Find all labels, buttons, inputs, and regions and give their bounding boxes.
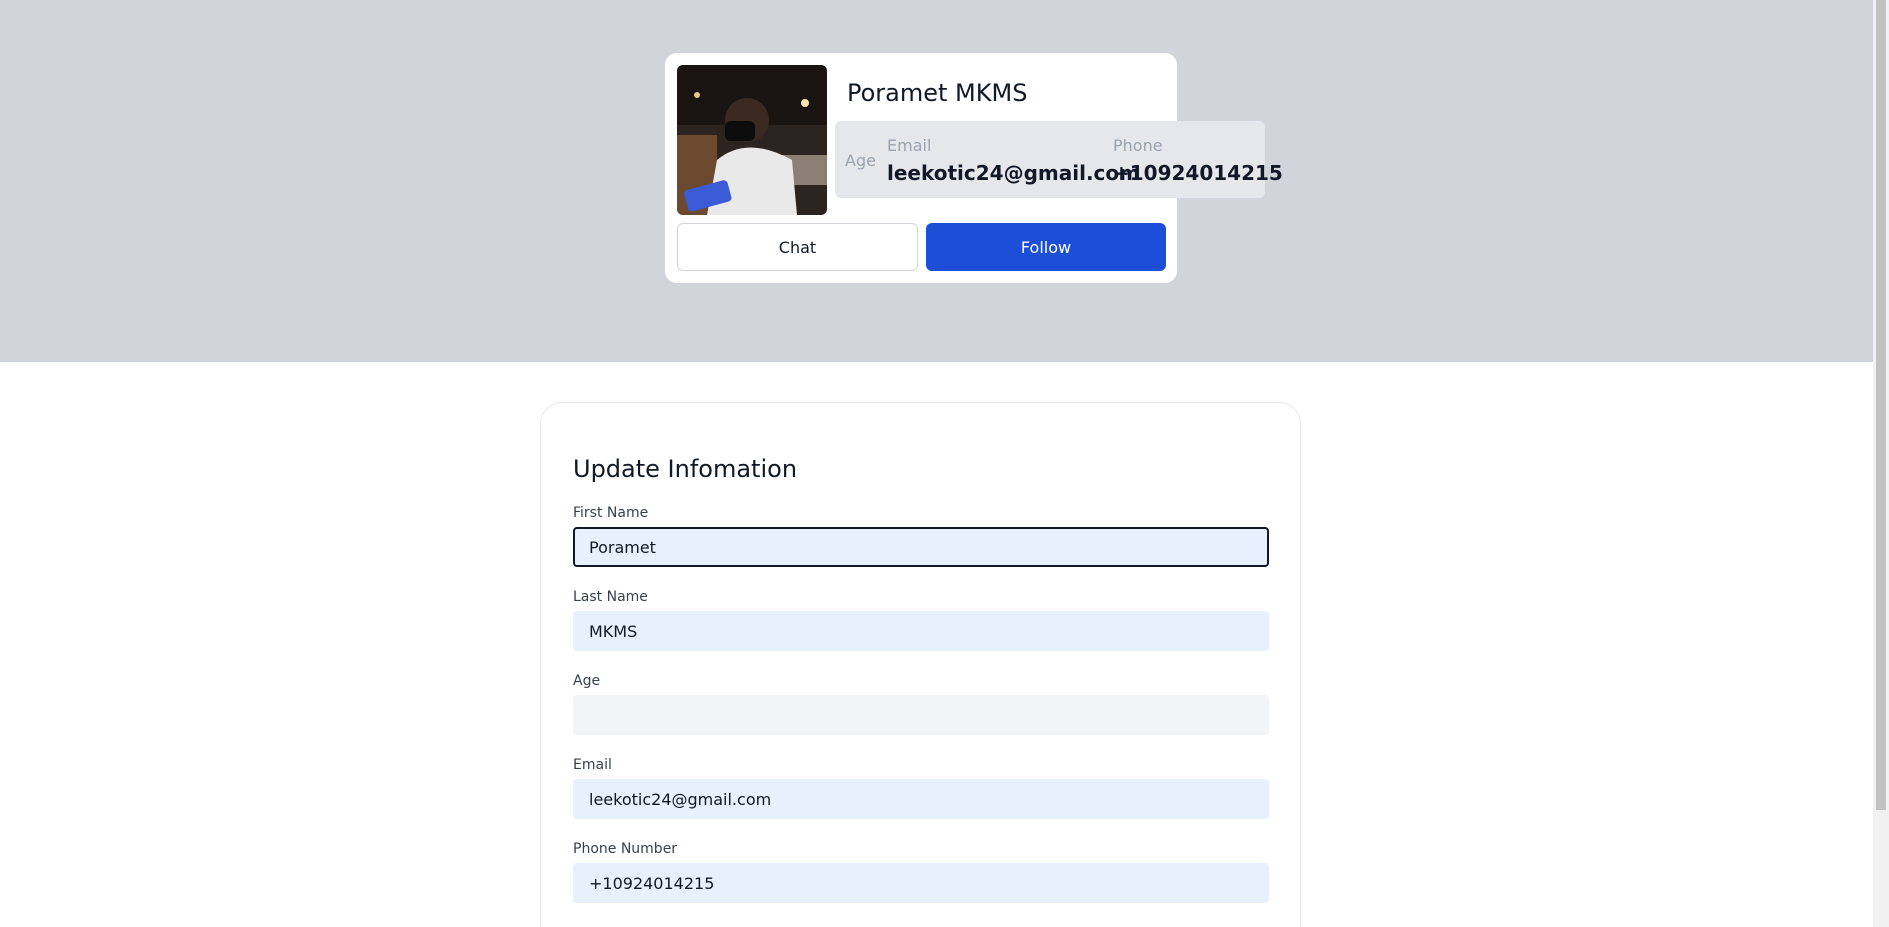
age-input[interactable] [573,695,1269,735]
profile-banner: Poramet MKMS Age Email leekotic24@gmail.… [0,0,1873,362]
chat-button[interactable]: Chat [677,223,918,271]
last-name-label: Last Name [573,589,648,605]
profile-page: Poramet MKMS Age Email leekotic24@gmail.… [0,0,1873,927]
update-info-form: Update Infomation First Name Last Name A… [540,402,1301,927]
phone-number-label: Phone Number [573,841,678,857]
email-stat-label: Email [887,136,932,155]
avatar-photo [677,65,827,215]
profile-card: Poramet MKMS Age Email leekotic24@gmail.… [665,53,1283,283]
avatar [677,65,827,215]
email-stat-value: leekotic24@gmail.com [887,161,1140,185]
age-stat-label: Age [845,151,876,170]
page-scrollbar[interactable] [1873,0,1889,927]
email-label: Email [573,757,612,773]
profile-name: Poramet MKMS [847,79,1028,107]
last-name-input[interactable] [573,611,1269,651]
phone-number-input[interactable] [573,863,1269,903]
age-label: Age [573,673,601,689]
phone-stat-value: +10924014215 [1113,161,1283,185]
phone-stat-label: Phone [1113,136,1163,155]
first-name-label: First Name [573,505,649,521]
scrollbar-thumb[interactable] [1876,0,1886,810]
profile-stats: Age Email leekotic24@gmail.com Phone +10… [835,121,1283,198]
follow-button[interactable]: Follow [926,223,1166,271]
first-name-input[interactable] [573,527,1269,567]
form-title: Update Infomation [573,455,798,483]
email-input[interactable] [573,779,1269,819]
